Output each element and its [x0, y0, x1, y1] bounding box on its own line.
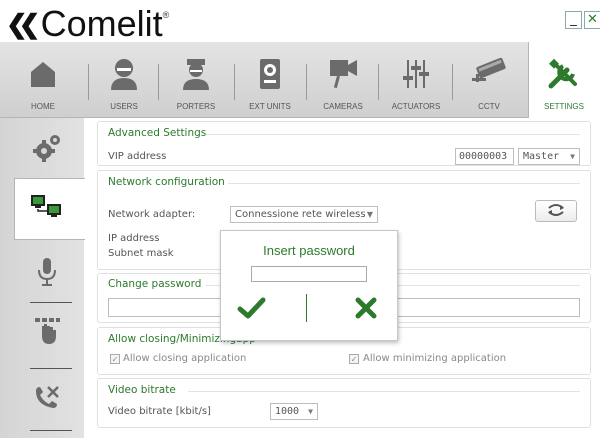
nav-ext-units[interactable]: EXT UNITS — [242, 56, 298, 118]
subnet-mask-label: Subnet mask — [108, 248, 174, 259]
close-button[interactable]: ✕ — [584, 11, 600, 29]
vip-address-label: VIP address — [108, 151, 167, 162]
cctv-icon — [469, 56, 509, 92]
sidebar-divider — [30, 430, 72, 431]
nav-home[interactable]: HOME — [18, 56, 68, 118]
change-password-title: Change password — [108, 278, 202, 290]
nav-settings-label: SETTINGS — [543, 102, 584, 111]
nav-cctv-label: CCTV — [478, 102, 500, 111]
network-computers-icon — [30, 193, 64, 225]
nav-actuators[interactable]: ACTUATORS — [386, 56, 446, 118]
video-bitrate-select[interactable]: 1000 ▼ — [270, 403, 318, 420]
nav-cameras[interactable]: CAMERAS — [316, 56, 370, 118]
allow-minimizing-checkbox[interactable]: ✓ — [349, 354, 359, 364]
user-icon — [109, 56, 139, 92]
sidebar-item-advanced[interactable] — [18, 122, 76, 178]
cancel-button[interactable] — [353, 296, 379, 320]
ip-address-label: IP address — [108, 233, 160, 244]
nav-porters-label: PORTERS — [176, 102, 216, 111]
video-bitrate-section: Video bitrate Video bitrate [kbit/s] 100… — [97, 378, 591, 428]
phone-tools-icon — [32, 383, 62, 417]
settings-sidebar — [0, 118, 85, 438]
chevron-down-icon: ▼ — [570, 152, 575, 161]
nav-divider — [452, 64, 453, 100]
sidebar-divider — [30, 368, 72, 369]
external-unit-icon — [258, 56, 282, 92]
nav-divider — [378, 64, 379, 100]
logo-mark: ❮❮ — [6, 8, 40, 39]
section-rule — [228, 183, 580, 184]
nav-users[interactable]: USERS — [100, 56, 148, 118]
network-adapter-value: Connessione rete wireless — [235, 209, 366, 220]
video-bitrate-label: Video bitrate [kbit/s] — [108, 406, 211, 417]
nav-divider — [158, 64, 159, 100]
sidebar-item-phone[interactable] — [18, 372, 76, 428]
minimize-button[interactable]: _ — [565, 11, 582, 29]
nav-porters[interactable]: PORTERS — [170, 56, 222, 118]
nav-actuators-label: ACTUATORS — [391, 102, 441, 111]
cross-icon — [353, 297, 379, 324]
advanced-settings-section: Advanced Settings VIP address 00000003 M… — [97, 121, 591, 166]
section-rule — [188, 391, 580, 392]
microphone-icon — [37, 257, 57, 291]
sidebar-item-network[interactable] — [18, 181, 76, 237]
keypad-hand-icon — [32, 316, 62, 350]
nav-cameras-label: CAMERAS — [323, 102, 363, 111]
nav-divider — [306, 64, 307, 100]
insert-password-dialog: Insert password — [220, 230, 398, 341]
nav-ext-units-label: EXT UNITS — [249, 102, 291, 111]
comelit-logo: ❮❮ Comelit ® — [6, 3, 170, 44]
camera-icon — [327, 56, 359, 92]
video-bitrate-value: 1000 — [275, 406, 300, 417]
logo-registered: ® — [162, 10, 170, 20]
tools-icon — [547, 56, 581, 92]
main-nav: HOME USERS PORTERS EXT UNITS CAMERAS ACT… — [0, 42, 600, 119]
network-adapter-select[interactable]: Connessione rete wireless ▼ — [230, 206, 378, 223]
logo-text: Comelit — [40, 3, 163, 44]
insert-password-input[interactable] — [251, 266, 367, 282]
chevron-down-icon: ▼ — [308, 407, 313, 416]
advanced-settings-title: Advanced Settings — [108, 127, 207, 139]
nav-settings[interactable]: SETTINGS — [535, 56, 593, 118]
allow-closing-checkbox[interactable]: ✓ — [110, 354, 120, 364]
checkmark-icon — [237, 297, 267, 325]
confirm-button[interactable] — [237, 295, 267, 321]
allow-closing-title-text: Allow closing/Minimizing — [108, 333, 237, 345]
nav-cctv[interactable]: CCTV — [462, 56, 516, 118]
vip-address-field[interactable]: 00000003 — [455, 148, 514, 165]
dialog-divider — [306, 294, 307, 322]
insert-password-title: Insert password — [263, 243, 355, 258]
allow-closing-label: Allow closing application — [123, 353, 247, 364]
chevron-down-icon: ▼ — [366, 210, 373, 219]
refresh-icon — [545, 202, 567, 221]
nav-divider — [234, 64, 235, 100]
video-bitrate-title: Video bitrate — [108, 384, 176, 396]
nav-home-label: HOME — [31, 102, 55, 111]
section-rule — [206, 134, 580, 135]
sliders-icon — [401, 56, 431, 92]
network-configuration-title: Network configuration — [108, 176, 225, 188]
nav-users-label: USERS — [110, 102, 138, 111]
home-icon — [28, 56, 58, 92]
porter-icon — [181, 56, 211, 92]
sidebar-item-audio[interactable] — [18, 246, 76, 302]
network-adapter-label: Network adapter: — [108, 209, 196, 220]
role-select-value: Master — [523, 151, 560, 162]
gears-icon — [32, 133, 62, 167]
sidebar-item-keypad[interactable] — [18, 305, 76, 361]
nav-divider — [88, 64, 89, 100]
sidebar-divider — [30, 302, 72, 303]
refresh-adapters-button[interactable] — [535, 200, 577, 222]
allow-minimizing-label: Allow minimizing application — [363, 353, 507, 364]
role-select[interactable]: Master ▼ — [518, 148, 580, 165]
